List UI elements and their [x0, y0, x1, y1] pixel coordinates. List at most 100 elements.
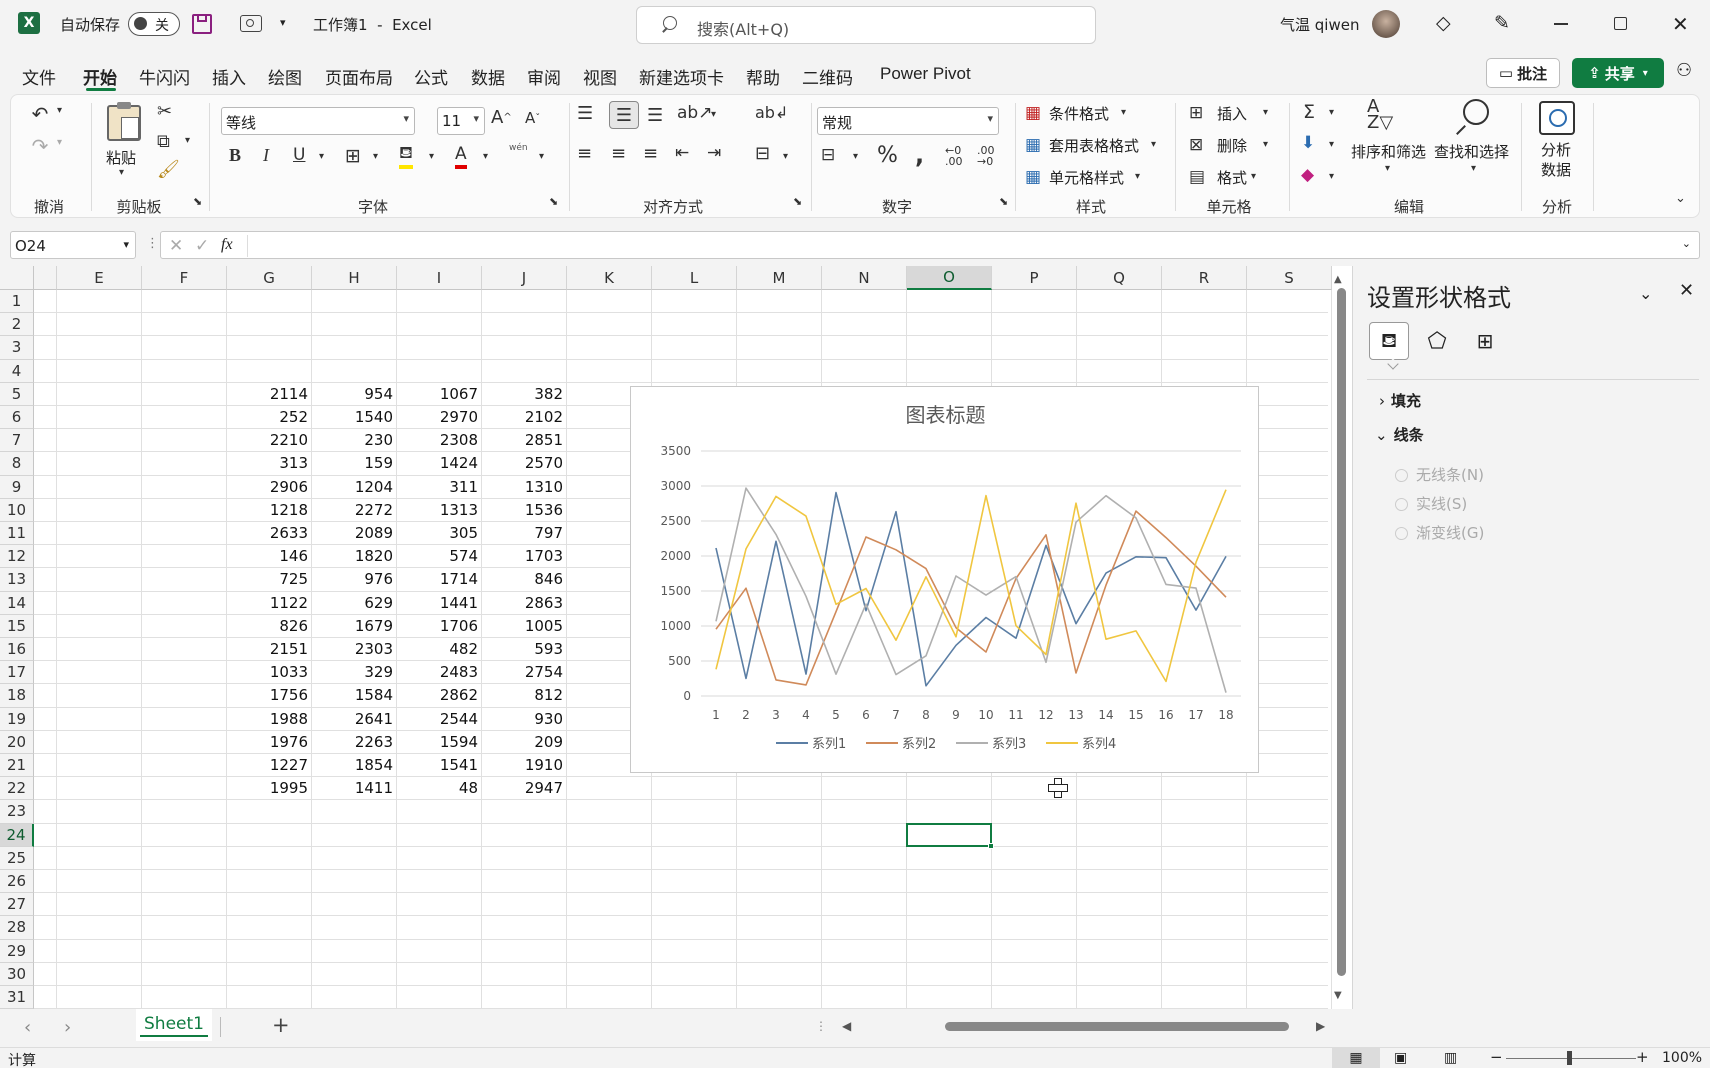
table-cell[interactable]: 1594: [397, 733, 478, 751]
align-left-icon[interactable]: ≡: [577, 143, 592, 164]
clear-icon[interactable]: ◆: [1301, 165, 1314, 185]
undo-dropdown-icon[interactable]: ▾: [57, 105, 62, 116]
column-header-g[interactable]: G: [227, 266, 312, 290]
font-launcher-icon[interactable]: ⬊: [549, 195, 558, 208]
orientation-dropdown-icon[interactable]: ▾: [711, 109, 716, 120]
tab-niushanshan[interactable]: 牛闪闪: [139, 64, 190, 89]
confirm-icon[interactable]: ✓: [195, 236, 209, 256]
borders-dropdown-icon[interactable]: ▾: [373, 151, 378, 162]
close-icon[interactable]: ✕: [1672, 12, 1689, 36]
format-cells-button[interactable]: 格式: [1217, 167, 1247, 188]
table-cell[interactable]: 2862: [397, 686, 478, 704]
active-cell[interactable]: [906, 822, 992, 847]
table-cell[interactable]: 725: [227, 570, 308, 588]
decrease-font-icon[interactable]: Aˇ: [525, 109, 540, 127]
table-cell[interactable]: 846: [482, 570, 563, 588]
scroll-left-icon[interactable]: ◀: [842, 1019, 851, 1033]
alignment-launcher-icon[interactable]: ⬊: [793, 195, 802, 208]
cut-icon[interactable]: ✂: [157, 101, 172, 122]
search-box[interactable]: 搜索(Alt+Q): [636, 6, 1096, 44]
table-cell[interactable]: 146: [227, 547, 308, 565]
fill-handle[interactable]: [988, 842, 994, 849]
column-header-j[interactable]: J: [482, 266, 567, 290]
table-cell[interactable]: 1227: [227, 756, 308, 774]
scroll-down-icon[interactable]: ▼: [1334, 990, 1342, 1001]
column-header-e[interactable]: E: [57, 266, 142, 290]
tab-view[interactable]: 视图: [583, 64, 617, 89]
row-header-6[interactable]: 6: [0, 406, 34, 430]
scroll-up-icon[interactable]: ▲: [1334, 274, 1342, 285]
insert-cells-button[interactable]: 插入: [1217, 103, 1247, 124]
tab-page-layout[interactable]: 页面布局: [325, 64, 393, 89]
table-cell[interactable]: 382: [482, 385, 563, 403]
column-header-n[interactable]: N: [822, 266, 907, 290]
find-select-button[interactable]: 查找和选择: [1434, 141, 1509, 162]
table-cell[interactable]: 629: [312, 594, 393, 612]
autosum-dropdown-icon[interactable]: ▾: [1329, 107, 1334, 118]
format-cells-dropdown-icon[interactable]: ▾: [1251, 171, 1256, 182]
merge-center-icon[interactable]: ⊟: [755, 143, 770, 164]
fill-color-icon[interactable]: ⛾: [399, 143, 413, 169]
row-header-7[interactable]: 7: [0, 429, 34, 453]
copy-icon[interactable]: ⧉: [157, 131, 170, 152]
tab-power-pivot[interactable]: Power Pivot: [880, 64, 971, 84]
row-header-19[interactable]: 19: [0, 707, 34, 731]
expand-formula-icon[interactable]: ⌄: [1682, 237, 1691, 250]
row-header-4[interactable]: 4: [0, 359, 34, 383]
copy-dropdown-icon[interactable]: ▾: [185, 135, 190, 146]
row-header-1[interactable]: 1: [0, 290, 34, 314]
zoom-in-icon[interactable]: +: [1636, 1048, 1649, 1066]
row-header-23[interactable]: 23: [0, 800, 34, 824]
table-cell[interactable]: 2210: [227, 431, 308, 449]
tab-file[interactable]: 文件: [22, 64, 56, 89]
font-size-select[interactable]: 11 ▾: [437, 107, 485, 135]
column-header-o[interactable]: O: [907, 266, 992, 290]
row-header-15[interactable]: 15: [0, 614, 34, 638]
column-header-l[interactable]: L: [652, 266, 737, 290]
table-cell[interactable]: 1122: [227, 594, 308, 612]
sheet-tab-sheet1[interactable]: Sheet1: [136, 1009, 212, 1041]
column-header-i[interactable]: I: [397, 266, 482, 290]
format-as-table-button[interactable]: 套用表格格式: [1049, 135, 1139, 156]
table-cell[interactable]: 1584: [312, 686, 393, 704]
row-header-2[interactable]: 2: [0, 313, 34, 337]
quick-access-dropdown-icon[interactable]: ▾: [280, 16, 286, 29]
decrease-decimal-icon[interactable]: .00 →0: [977, 145, 995, 167]
autosave-toggle[interactable]: 关: [128, 12, 180, 36]
vertical-scrollbar[interactable]: [1337, 288, 1346, 976]
row-header-31[interactable]: 31: [0, 986, 34, 1010]
no-line-option[interactable]: 无线条(N): [1395, 464, 1484, 485]
table-cell[interactable]: 305: [397, 524, 478, 542]
increase-font-icon[interactable]: A ^: [491, 107, 512, 128]
row-header-28[interactable]: 28: [0, 916, 34, 940]
font-name-select[interactable]: 等线 ▾: [221, 107, 415, 135]
analyze-data-label-1[interactable]: 分析: [1541, 139, 1571, 160]
font-color-dropdown-icon[interactable]: ▾: [483, 151, 488, 162]
autosum-icon[interactable]: Σ: [1303, 101, 1315, 123]
insert-cells-icon[interactable]: ⊞: [1189, 103, 1203, 123]
format-painter-icon[interactable]: 🖌: [157, 159, 180, 180]
row-header-8[interactable]: 8: [0, 452, 34, 476]
column-header-s[interactable]: S: [1247, 266, 1332, 290]
column-header-h[interactable]: H: [312, 266, 397, 290]
row-header-21[interactable]: 21: [0, 754, 34, 778]
solid-line-option[interactable]: 实线(S): [1395, 493, 1467, 514]
align-right-icon[interactable]: ≡: [643, 143, 658, 164]
comment-button[interactable]: ▭ 批注: [1486, 58, 1560, 88]
borders-icon[interactable]: ⊞: [345, 145, 361, 167]
line-chart[interactable]: 图表标题 0 500 1000 1500 2000 2500 3000 3500 1 2 3 4 5 6 7 8…: [630, 386, 1259, 773]
underline-icon[interactable]: U: [293, 145, 305, 165]
table-cell[interactable]: 2114: [227, 385, 308, 403]
conditional-format-button[interactable]: 条件格式: [1049, 103, 1109, 124]
orientation-icon[interactable]: ab↗: [677, 103, 712, 123]
increase-decimal-icon[interactable]: ←0.00: [945, 145, 963, 167]
find-select-icon[interactable]: [1455, 99, 1491, 135]
table-cell[interactable]: 329: [312, 663, 393, 681]
conditional-format-icon[interactable]: ▦: [1025, 103, 1041, 123]
save-icon[interactable]: [192, 14, 212, 34]
pen-icon[interactable]: ✎: [1494, 12, 1510, 34]
table-cell[interactable]: 252: [227, 408, 308, 426]
table-cell[interactable]: 593: [482, 640, 563, 658]
add-sheet-button[interactable]: +: [272, 1013, 290, 1037]
table-cell[interactable]: 1854: [312, 756, 393, 774]
